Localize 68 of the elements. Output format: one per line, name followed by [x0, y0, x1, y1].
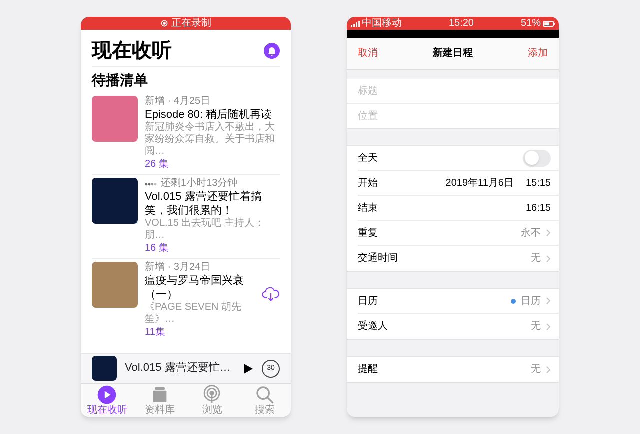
podcast-icon [202, 385, 222, 405]
battery-percent: 51% [520, 17, 541, 30]
episode-description: VOL.15 出去玩吧 主持人：朋… [145, 218, 266, 242]
podcast-cover[interactable] [92, 96, 138, 142]
date-value[interactable]: 2019年11月6日 [446, 176, 514, 190]
episode-title[interactable]: 瘟疫与罗马帝国兴衰（一） [145, 274, 258, 302]
row-label: 提醒 [358, 363, 378, 377]
episode-meta: 还剩1小时13分钟 [161, 178, 238, 190]
text-field[interactable]: 位置 [347, 104, 559, 129]
time-value[interactable]: 15:15 [526, 176, 551, 190]
toggle-switch[interactable] [523, 150, 551, 166]
episode-title[interactable]: Vol.015 露营还要忙着搞笑，我们很累的！ [145, 190, 280, 218]
episode-count[interactable]: 26 集 [145, 158, 280, 171]
chevron-right-icon [546, 297, 551, 305]
row-value: 无 [531, 363, 541, 377]
row-label: 开始 [358, 176, 378, 190]
text-field[interactable]: 标题 [347, 79, 559, 104]
row-value: 日历 [521, 294, 541, 308]
record-icon [160, 20, 168, 27]
row-label: 重复 [358, 226, 378, 240]
time-value[interactable]: 16:15 [526, 200, 551, 216]
progress-dots-icon [145, 182, 157, 186]
podcast-cover[interactable] [92, 178, 138, 224]
modal-title: 新建日程 [433, 46, 473, 61]
tab[interactable]: 现在收听 [81, 384, 134, 417]
row-label: 全天 [358, 152, 378, 166]
row-value: 无 [531, 320, 541, 334]
recording-label: 正在录制 [172, 17, 212, 30]
settings-row[interactable]: 提醒 无 [358, 357, 559, 382]
row-label: 日历 [358, 294, 378, 308]
settings-row[interactable]: 重复 永不 [358, 221, 559, 246]
settings-row[interactable]: 受邀人 无 [358, 314, 559, 339]
chevron-right-icon [546, 322, 551, 330]
bell-icon[interactable] [264, 43, 280, 59]
episode-description: 《PAGE SEVEN 胡先笙》… [145, 302, 243, 326]
row-value: 无 [531, 252, 541, 266]
chevron-right-icon [546, 254, 551, 262]
play-icon[interactable] [242, 362, 254, 374]
episode-meta: 新增 · 4月25日 [145, 96, 211, 108]
episode-row[interactable]: 新增 · 3月24日 瘟疫与罗马帝国兴衰（一） 《PAGE SEVEN 胡先笙》… 11集 [92, 258, 280, 342]
cancel-button[interactable]: 取消 [358, 46, 378, 61]
episode-count[interactable]: 11集 [145, 326, 280, 339]
settings-row[interactable]: 交通时间 无 [358, 246, 559, 271]
episode-title[interactable]: Episode 80: 稍后随机再读 [145, 108, 280, 122]
add-button[interactable]: 添加 [528, 46, 548, 61]
row-label: 交通时间 [358, 252, 398, 266]
chevron-right-icon [546, 229, 551, 237]
signal-icon [351, 20, 360, 26]
settings-row[interactable]: 日历 日历 [358, 289, 559, 314]
episode-row[interactable]: 新增 · 4月25日 Episode 80: 稍后随机再读 新冠肺炎令书店入不敷出，大家纷纷众筹自救。关于书店和阅… 26 集 [92, 93, 280, 174]
cloud-download-icon[interactable] [262, 286, 280, 302]
podcast-cover [92, 356, 117, 381]
episode-count[interactable]: 16 集 [145, 242, 280, 255]
page-title: 现在收听 [92, 39, 172, 64]
battery-icon [542, 20, 555, 26]
carrier-name: 中国移动 [362, 17, 402, 30]
podcast-cover[interactable] [92, 262, 138, 308]
now-playing-title: Vol.015 露营还要忙… [125, 361, 232, 376]
row-value: 永不 [521, 226, 541, 240]
search-icon [254, 385, 275, 405]
episode-row[interactable]: 还剩1小时13分钟 Vol.015 露营还要忙着搞笑，我们很累的！ VOL.15 出去玩吧 主持人：朋… 16 集 [92, 174, 280, 258]
episode-meta: 新增 · 3月24日 [145, 262, 211, 274]
row-label: 结束 [358, 202, 378, 216]
row-label: 受邀人 [358, 320, 388, 334]
section-title: 待播清单 [92, 71, 149, 89]
clock: 15:20 [448, 17, 474, 30]
episode-description: 新冠肺炎令书店入不敷出，大家纷纷众筹自救。关于书店和阅… [145, 122, 276, 158]
chevron-right-icon [546, 366, 551, 374]
